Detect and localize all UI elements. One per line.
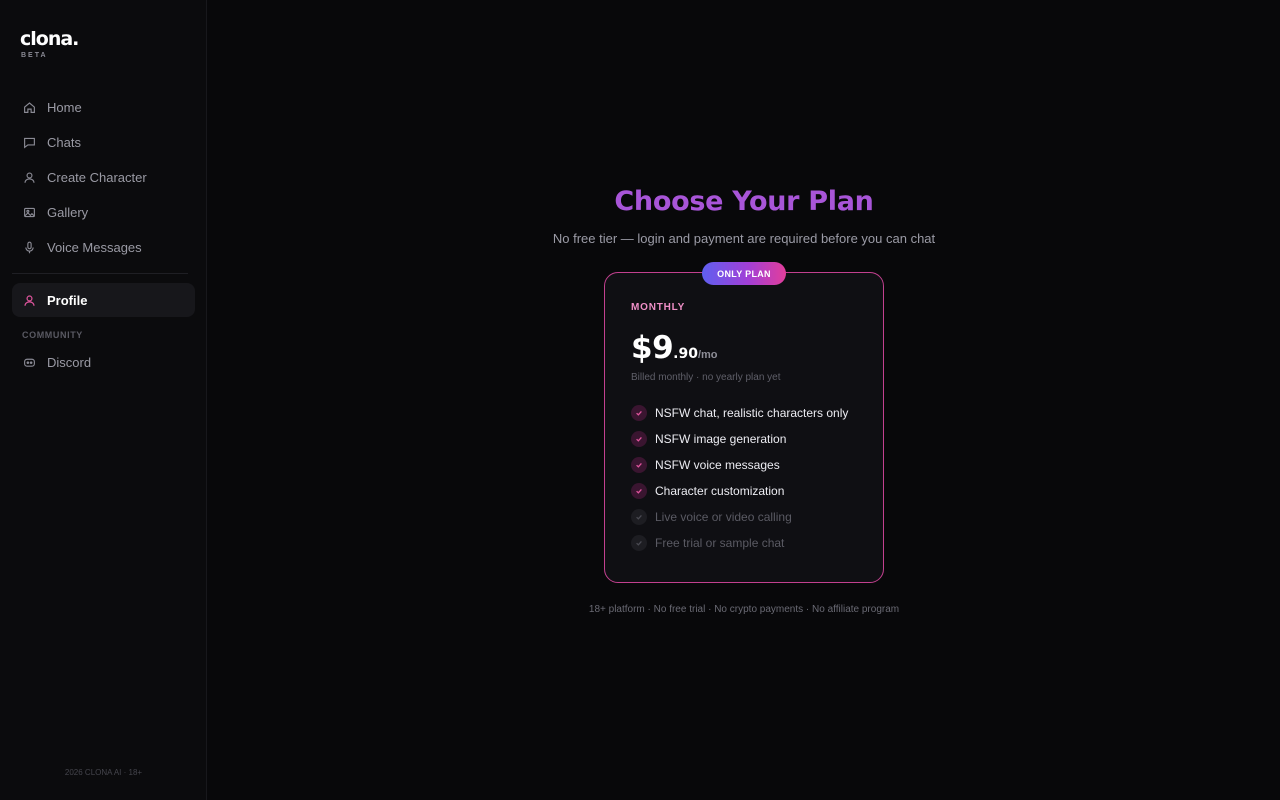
feature-label: Live voice or video calling (655, 510, 792, 524)
feature-item: NSFW image generation (631, 426, 871, 452)
check-icon (631, 431, 647, 447)
sidebar-item-label: Home (47, 99, 82, 115)
feature-label: NSFW chat, realistic characters only (655, 406, 849, 420)
sidebar-item-gallery[interactable]: Gallery (12, 195, 195, 229)
only-plan-badge: ONLY PLAN (702, 262, 786, 285)
price-period: /mo (697, 349, 718, 361)
sidebar-item-home[interactable]: Home (12, 90, 195, 124)
feature-label: Free trial or sample chat (655, 536, 785, 550)
user-icon (23, 294, 36, 307)
check-icon (631, 483, 647, 499)
page-subtitle: No free tier — login and payment are req… (552, 231, 936, 246)
feature-item: NSFW chat, realistic characters only (631, 400, 871, 426)
plan-name: MONTHLY (631, 302, 686, 313)
sidebar: clona. BETA Home Chats Create Character … (0, 0, 207, 800)
sidebar-item-discord[interactable]: Discord (12, 345, 195, 379)
check-icon (631, 535, 647, 551)
sidebar-item-label: Gallery (47, 204, 89, 220)
community-section-label: COMMUNITY (22, 330, 83, 340)
feature-item: NSFW voice messages (631, 452, 871, 478)
plan-card[interactable]: MONTHLY $9 .90 /mo Billed monthly · no y… (604, 272, 884, 583)
brand-logo[interactable]: clona. (20, 28, 79, 50)
sidebar-item-profile[interactable]: Profile (12, 283, 195, 317)
mic-icon (23, 241, 36, 254)
sidebar-item-create-character[interactable]: Create Character (12, 160, 195, 194)
sidebar-item-label: Discord (47, 354, 92, 370)
feature-item: Character customization (631, 478, 871, 504)
chat-icon (23, 136, 36, 149)
feature-label: Character customization (655, 484, 785, 498)
check-icon (631, 457, 647, 473)
feature-item-disabled: Live voice or video calling (631, 504, 871, 530)
sidebar-item-chats[interactable]: Chats (12, 125, 195, 159)
sidebar-footer: 2026 CLONA AI · 18+ (64, 768, 143, 777)
page-footnote: 18+ platform · No free trial · No crypto… (588, 604, 900, 615)
price-main: $9 (631, 330, 674, 366)
home-icon (23, 101, 36, 114)
price-cents: .90 (673, 346, 698, 362)
image-icon (23, 206, 36, 219)
sidebar-item-label: Voice Messages (47, 239, 142, 255)
check-icon (631, 405, 647, 421)
sidebar-divider (12, 273, 188, 274)
billing-note: Billed monthly · no yearly plan yet (631, 372, 781, 383)
page-title: Choose Your Plan (614, 186, 874, 217)
feature-item-disabled: Free trial or sample chat (631, 530, 871, 556)
feature-label: NSFW image generation (655, 432, 787, 446)
sidebar-item-label: Chats (47, 134, 81, 150)
feature-label: NSFW voice messages (655, 458, 780, 472)
sidebar-item-label: Create Character (47, 169, 147, 185)
sidebar-item-label: Profile (47, 292, 88, 308)
feature-list: NSFW chat, realistic characters only NSF… (631, 400, 871, 556)
user-icon (23, 171, 36, 184)
plan-price: $9 .90 /mo (631, 330, 718, 366)
sidebar-item-voice-messages[interactable]: Voice Messages (12, 230, 195, 264)
beta-badge: BETA (21, 52, 48, 59)
discord-icon (23, 356, 36, 369)
check-icon (631, 509, 647, 525)
